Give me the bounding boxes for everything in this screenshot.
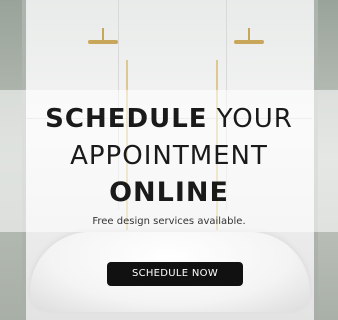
- schedule-now-button[interactable]: SCHEDULE NOW: [107, 262, 243, 286]
- ad-banner[interactable]: SCHEDULE YOUR APPOINTMENT ONLINE Free de…: [0, 0, 338, 320]
- headline-line-2: APPOINTMENT: [70, 141, 268, 171]
- shower-arm: [248, 28, 250, 41]
- shower-arm: [102, 28, 104, 41]
- subtext: Free design services available.: [92, 216, 246, 227]
- headline-bold: SCHEDULE: [45, 104, 208, 134]
- headline-light: YOUR: [216, 104, 293, 134]
- headline-line-1: SCHEDULE YOUR: [0, 104, 338, 134]
- headline-line-3: ONLINE: [109, 177, 229, 208]
